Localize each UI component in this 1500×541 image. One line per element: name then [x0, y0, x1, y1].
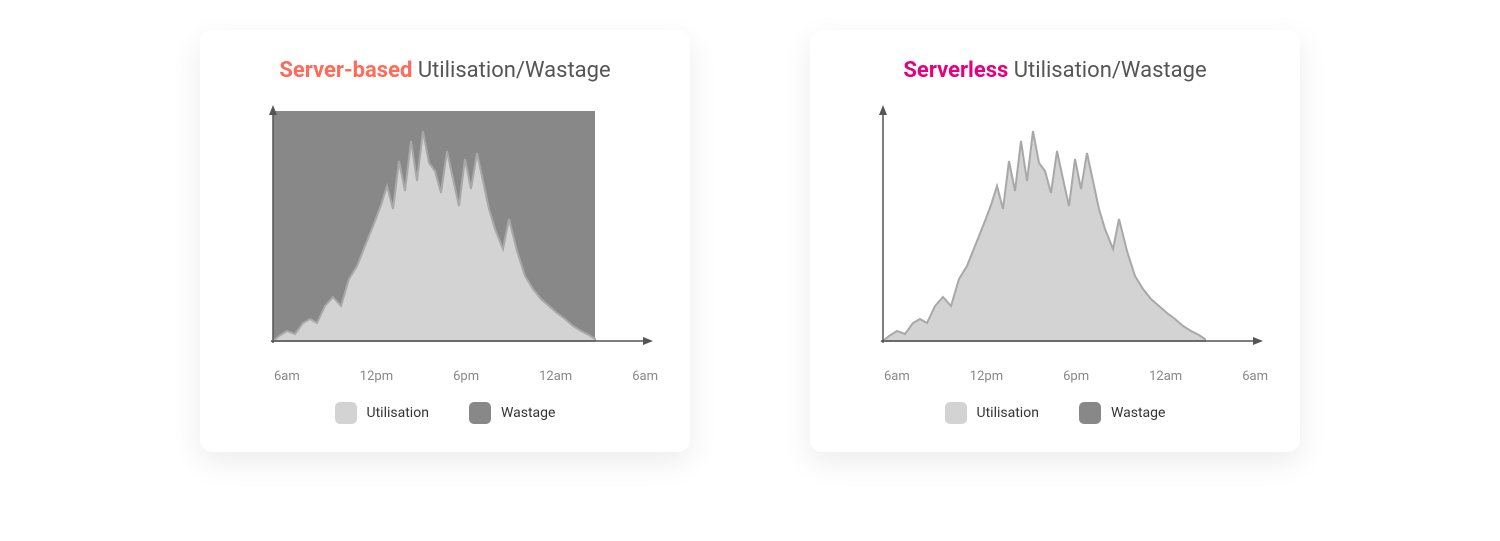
chart-container-left: 6am 12pm 6pm 12am 6am: [232, 101, 658, 384]
swatch-icon: [335, 402, 357, 424]
tick-label: 6am: [632, 369, 658, 384]
x-axis-arrow-icon: [643, 337, 653, 345]
tick-label: 12am: [1149, 369, 1182, 384]
tick-label: 6am: [274, 369, 300, 384]
utilisation-area: [883, 131, 1205, 341]
legend-item-utilisation: Utilisation: [945, 402, 1039, 424]
serverless-title: Serverless Utilisation/Wastage: [842, 58, 1268, 83]
tick-label: 6pm: [1063, 369, 1089, 384]
tick-label: 12am: [539, 369, 572, 384]
tick-label: 12pm: [360, 369, 393, 384]
x-axis-arrow-icon: [1253, 337, 1263, 345]
legend-item-utilisation: Utilisation: [335, 402, 429, 424]
area-chart-right: [862, 101, 1268, 361]
server-based-title: Server-based Utilisation/Wastage: [232, 58, 658, 83]
y-axis-arrow-icon: [879, 105, 887, 115]
tick-label: 6am: [884, 369, 910, 384]
title-rest: Utilisation/Wastage: [418, 58, 611, 83]
swatch-icon: [469, 402, 491, 424]
tick-label: 12pm: [970, 369, 1003, 384]
title-accent: Server-based: [279, 58, 412, 83]
y-axis-arrow-icon: [269, 105, 277, 115]
legend-item-wastage: Wastage: [469, 402, 556, 424]
area-chart-left: [252, 101, 658, 361]
serverless-card: Serverless Utilisation/Wastage 6am 12pm …: [810, 30, 1300, 452]
x-ticks-left: 6am 12pm 6pm 12am 6am: [252, 361, 658, 384]
legend-label: Wastage: [1111, 405, 1166, 421]
tick-label: 6pm: [453, 369, 479, 384]
chart-container-right: 6am 12pm 6pm 12am 6am: [842, 101, 1268, 384]
legend-label: Utilisation: [977, 405, 1039, 421]
legend-item-wastage: Wastage: [1079, 402, 1166, 424]
legend-label: Utilisation: [367, 405, 429, 421]
tick-label: 6am: [1242, 369, 1268, 384]
legend-label: Wastage: [501, 405, 556, 421]
legend-left: Utilisation Wastage: [232, 384, 658, 424]
server-based-card: Server-based Utilisation/Wastage 6am 12p…: [200, 30, 690, 452]
legend-right: Utilisation Wastage: [842, 384, 1268, 424]
swatch-icon: [945, 402, 967, 424]
x-ticks-right: 6am 12pm 6pm 12am 6am: [862, 361, 1268, 384]
swatch-icon: [1079, 402, 1101, 424]
title-accent: Serverless: [903, 58, 1008, 83]
title-rest: Utilisation/Wastage: [1014, 58, 1207, 83]
